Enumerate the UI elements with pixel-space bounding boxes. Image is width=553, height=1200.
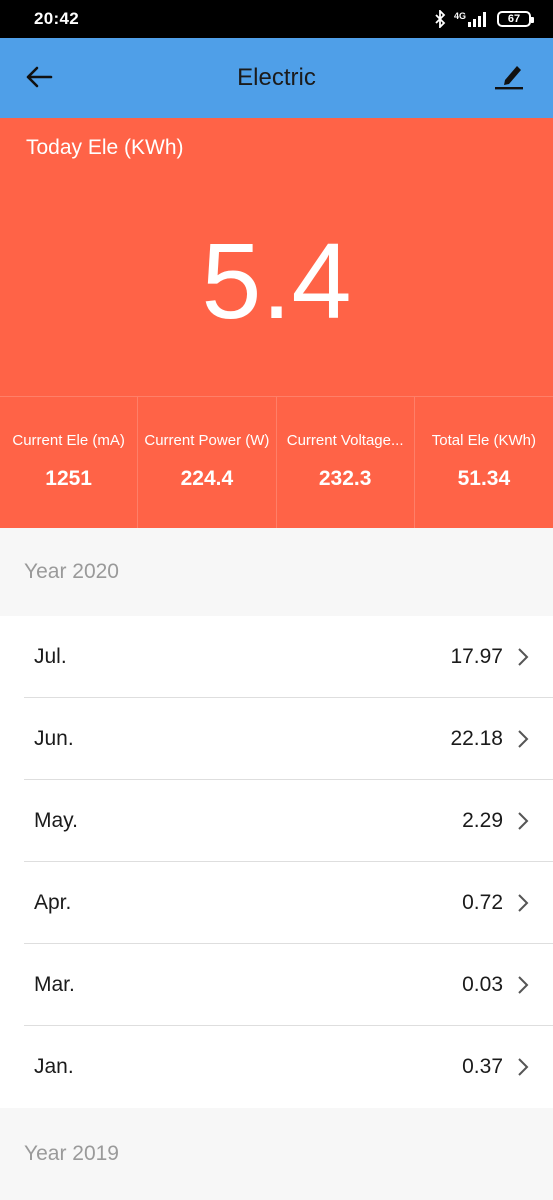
month-row[interactable]: Jan. 0.37: [0, 1026, 553, 1108]
stat-value: 232.3: [318, 467, 372, 490]
today-energy-label: Today Ele (KWh): [26, 136, 184, 159]
month-value: 0.72: [462, 891, 503, 914]
stat-value: 224.4: [180, 467, 234, 490]
stat-current-ele: Current Ele (mA) 1251: [0, 396, 139, 528]
month-value: 0.37: [462, 1055, 503, 1078]
month-row[interactable]: May. 2.29: [0, 780, 553, 862]
pencil-edit-icon: [493, 61, 525, 96]
chevron-right-icon: [515, 811, 531, 831]
stat-label: Current Power (W): [144, 432, 270, 449]
month-value: 0.03: [462, 973, 503, 996]
month-value: 17.97: [450, 645, 503, 668]
stat-label: Total Ele (KWh): [431, 432, 536, 449]
stat-current-voltage: Current Voltage... 232.3: [276, 396, 415, 528]
month-row[interactable]: Apr. 0.72: [0, 862, 553, 944]
bluetooth-icon: [434, 10, 446, 28]
month-name: Jun.: [34, 727, 74, 750]
battery-icon: 67: [497, 11, 534, 27]
month-row[interactable]: Jul. 17.97: [0, 616, 553, 698]
arrow-left-icon: [25, 65, 53, 94]
month-list: Jul. 17.97 Jun. 22.18 May. 2.29 Apr. 0.7…: [0, 616, 553, 1108]
status-icons: 4G 67: [434, 10, 534, 28]
month-name: Jul.: [34, 645, 67, 668]
chevron-right-icon: [515, 893, 531, 913]
stat-total-ele: Total Ele (KWh) 51.34: [414, 396, 553, 528]
stat-value: 1251: [45, 467, 92, 490]
today-energy-panel: Today Ele (KWh) 5.4: [0, 118, 553, 396]
app-bar: Electric: [0, 38, 553, 118]
month-row[interactable]: Mar. 0.03: [0, 944, 553, 1026]
month-value: 22.18: [450, 727, 503, 750]
month-name: Jan.: [34, 1055, 74, 1078]
chevron-right-icon: [515, 1057, 531, 1077]
chevron-right-icon: [515, 975, 531, 995]
stat-label: Current Voltage...: [286, 432, 404, 449]
month-row[interactable]: Jun. 22.18: [0, 698, 553, 780]
stat-current-power: Current Power (W) 224.4: [138, 396, 277, 528]
stats-row: Current Ele (mA) 1251 Current Power (W) …: [0, 396, 553, 528]
year-section-header: Year 2019: [0, 1108, 553, 1200]
network-type-label: 4G: [453, 11, 466, 21]
chevron-right-icon: [515, 729, 531, 749]
signal-icon: 4G: [454, 11, 489, 27]
edit-button[interactable]: [491, 60, 527, 96]
status-time: 20:42: [34, 9, 79, 28]
back-button[interactable]: [22, 62, 56, 96]
status-bar: 20:42 4G 67: [0, 0, 553, 38]
today-energy-value: 5.4: [201, 220, 352, 341]
stat-value: 51.34: [457, 467, 511, 490]
battery-level: 67: [507, 13, 521, 25]
page-title: Electric: [237, 64, 316, 91]
month-name: Apr.: [34, 891, 72, 914]
month-value: 2.29: [462, 809, 503, 832]
year-section-header: Year 2020: [0, 528, 553, 616]
chevron-right-icon: [515, 647, 531, 667]
month-name: Mar.: [34, 973, 75, 996]
month-name: May.: [34, 809, 78, 832]
stat-label: Current Ele (mA): [12, 432, 125, 449]
